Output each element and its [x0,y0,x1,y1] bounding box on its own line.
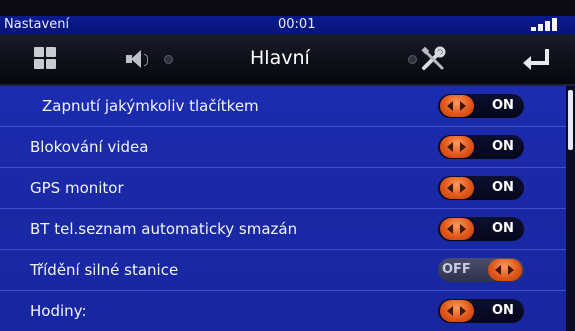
setting-label: BT tel.seznam automaticky smazán [30,220,298,238]
setting-row-strong-station-sort[interactable]: Třídění silné stanice OFF [0,250,566,291]
settings-screen: Nastavení 00:01 Hlavní Zapnutí jakýmkoli… [0,0,575,331]
toggle-switch[interactable]: ON [438,299,524,323]
toggle-switch[interactable]: ON [438,135,524,159]
toggle-switch[interactable]: ON [438,94,524,118]
page-title: Hlavní [250,47,310,69]
app-title: Nastavení [4,17,70,32]
scrollbar-thumb[interactable] [568,90,573,150]
toggle-switch[interactable]: ON [438,217,524,241]
settings-list: Zapnutí jakýmkoliv tlačítkem ON Blokován… [0,86,566,331]
toggle-knob-icon [440,177,474,199]
setting-label: Hodiny: [30,302,87,320]
toggle-state: ON [492,139,514,154]
toggle-knob-icon [440,136,474,158]
toggle-switch[interactable]: ON [438,176,524,200]
back-arrow-icon[interactable] [520,46,552,72]
toggle-knob-icon [440,95,474,117]
toggle-state: ON [492,180,514,195]
clock-time: 00:01 [278,17,316,32]
setting-row-wake-any-button[interactable]: Zapnutí jakýmkoliv tlačítkem ON [0,86,566,127]
setting-label: Blokování videa [30,138,149,156]
toggle-state: OFF [442,262,471,277]
signal-icon [525,17,561,33]
scrollbar[interactable] [566,86,575,331]
setting-row-bt-phonebook[interactable]: BT tel.seznam automaticky smazán ON [0,209,566,250]
setting-row-clock[interactable]: Hodiny: ON [0,291,566,331]
toolbar: Hlavní [0,34,575,86]
setting-row-gps-monitor[interactable]: GPS monitor ON [0,168,566,209]
speaker-icon[interactable] [124,46,154,72]
setting-label: Třídění silné stanice [30,261,179,279]
tools-icon[interactable] [420,46,446,72]
toggle-switch[interactable]: OFF [438,258,524,282]
toggle-state: ON [492,98,514,113]
knob-indicator-icon [164,55,173,64]
toggle-knob-icon [440,300,474,322]
toggle-state: ON [492,221,514,236]
setting-label: GPS monitor [30,179,124,197]
toggle-state: ON [492,303,514,318]
toggle-knob-icon [440,218,474,240]
toggle-knob-icon [488,259,522,281]
setting-label: Zapnutí jakýmkoliv tlačítkem [42,97,259,115]
grid-menu-icon[interactable] [34,46,58,72]
setting-row-video-block[interactable]: Blokování videa ON [0,127,566,168]
status-bar: Nastavení 00:01 [0,16,575,34]
knob-indicator-icon [408,55,417,64]
